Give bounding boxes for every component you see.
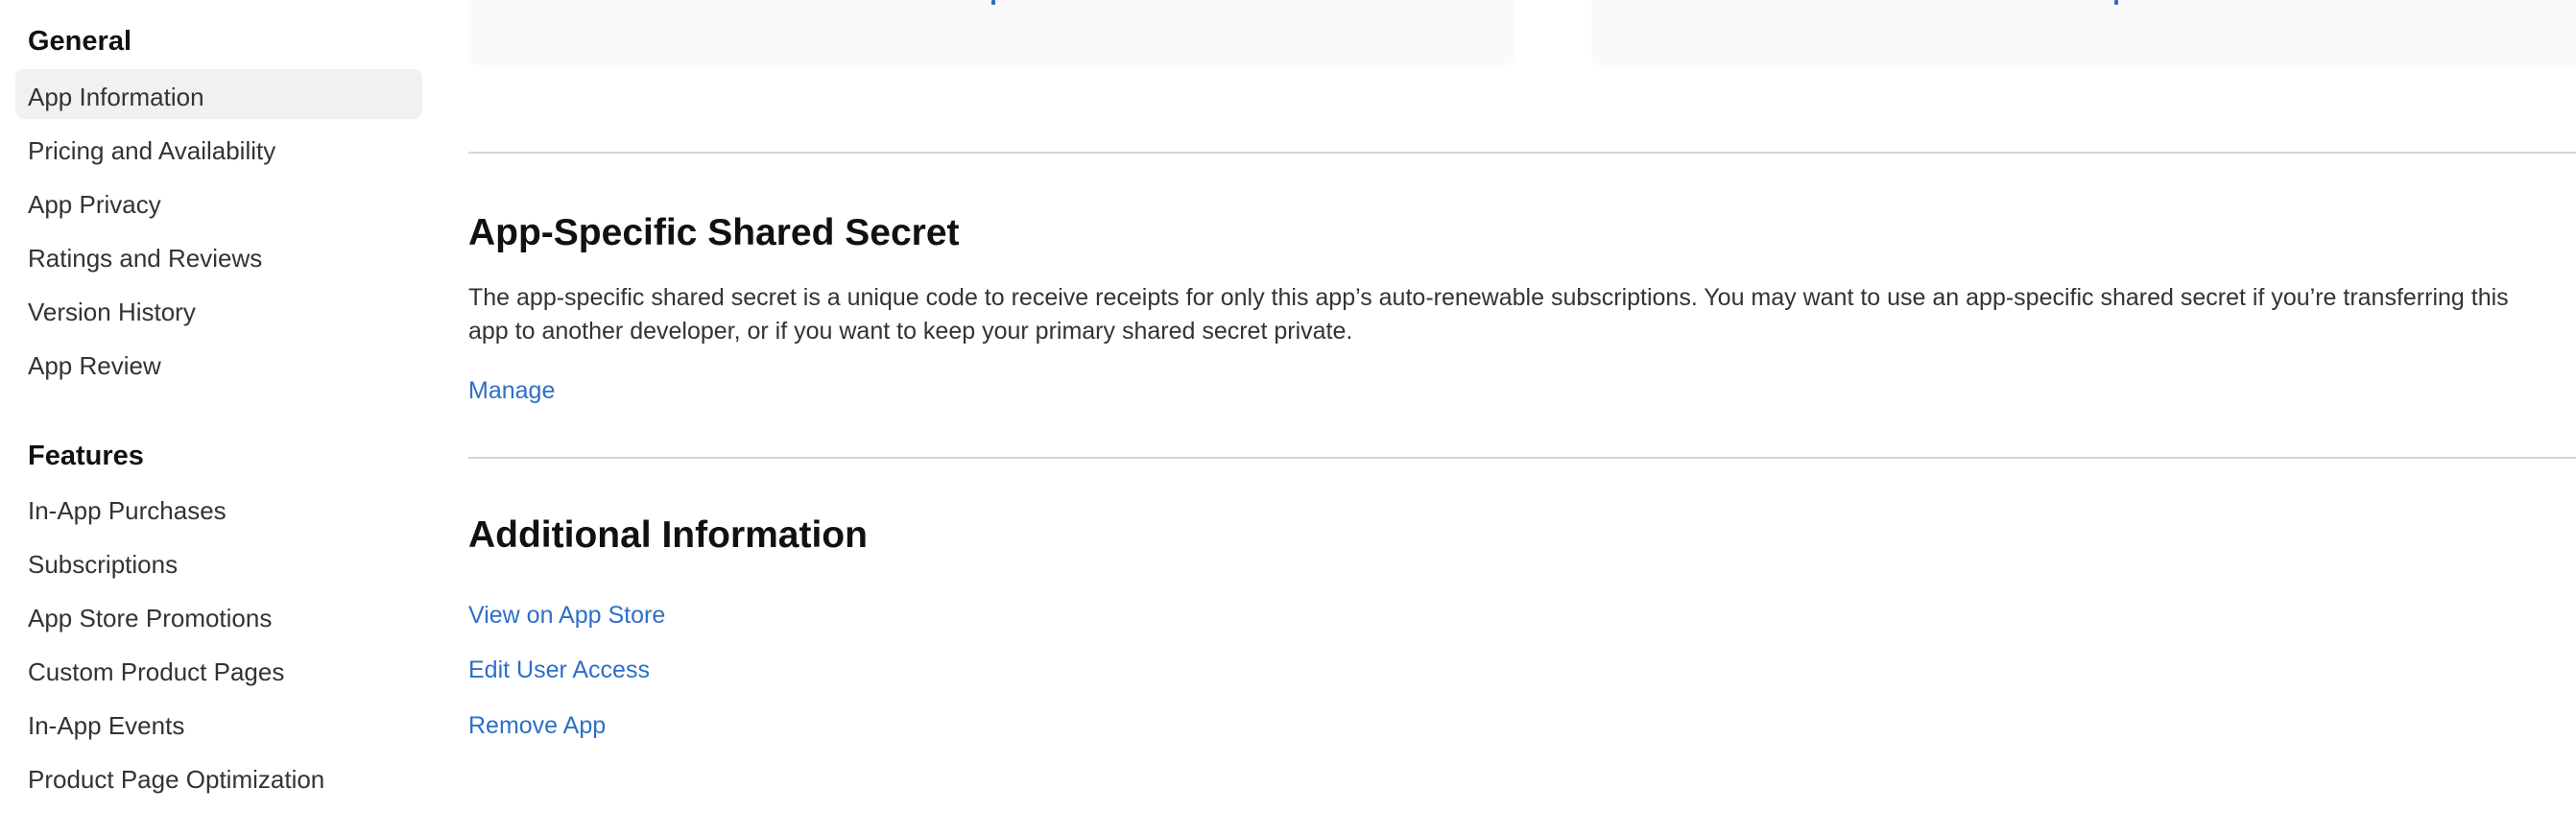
sidebar-item-label: Subscriptions (28, 550, 179, 579)
sidebar-item-product-page-optimization[interactable]: Product Page Optimization (15, 752, 422, 802)
sidebar-heading-features: Features (28, 441, 144, 471)
sidebar-item-version-history[interactable]: Version History (15, 284, 422, 334)
sidebar-item-label: Custom Product Pages (28, 657, 285, 686)
link-fragment (2114, 0, 2118, 5)
sidebar-item-label: Product Page Optimization (28, 765, 325, 794)
sidebar-item-app-privacy[interactable]: App Privacy (15, 177, 422, 227)
shared-secret-description: The app-specific shared secret is a uniq… (468, 284, 2509, 345)
sidebar-heading-general: General (28, 26, 131, 57)
sidebar-item-app-information[interactable]: App Information (15, 69, 422, 119)
remove-app-link[interactable]: Remove App (468, 714, 606, 738)
sidebar-item-ratings-and-reviews[interactable]: Ratings and Reviews (15, 230, 422, 280)
sidebar-item-label: Version History (28, 298, 196, 326)
section-divider (468, 152, 2576, 154)
sidebar-item-label: Ratings and Reviews (28, 244, 263, 273)
view-on-app-store-link[interactable]: View on App Store (468, 604, 665, 628)
edit-user-access-link[interactable]: Edit User Access (468, 658, 650, 682)
sidebar-item-label: App Information (28, 83, 204, 111)
manage-link[interactable]: Manage (468, 379, 555, 403)
section-title-shared-secret: App-Specific Shared Secret (468, 212, 960, 253)
sidebar-item-label: In-App Purchases (28, 496, 227, 525)
sidebar-item-app-review[interactable]: App Review (15, 338, 422, 388)
sidebar-item-label: App Store Promotions (28, 604, 273, 632)
link-fragment (991, 0, 995, 5)
sidebar-item-in-app-events[interactable]: In-App Events (15, 699, 422, 749)
section-title-additional-information: Additional Information (468, 514, 868, 556)
sidebar-item-app-store-promotions[interactable]: App Store Promotions (15, 591, 422, 641)
sidebar-item-custom-product-pages[interactable]: Custom Product Pages (15, 645, 422, 695)
info-card-right (1591, 0, 2576, 65)
sidebar-item-label: App Privacy (28, 190, 161, 219)
sidebar-item-pricing-and-availability[interactable]: Pricing and Availability (15, 123, 422, 173)
info-card-left (468, 0, 1515, 65)
sidebar-item-subscriptions[interactable]: Subscriptions (15, 537, 422, 587)
sidebar-item-label: App Review (28, 351, 161, 380)
sidebar-item-in-app-purchases[interactable]: In-App Purchases (15, 484, 422, 534)
sidebar-item-label: Pricing and Availability (28, 136, 276, 165)
sidebar-item-label: In-App Events (28, 711, 185, 740)
section-divider (468, 457, 2576, 459)
